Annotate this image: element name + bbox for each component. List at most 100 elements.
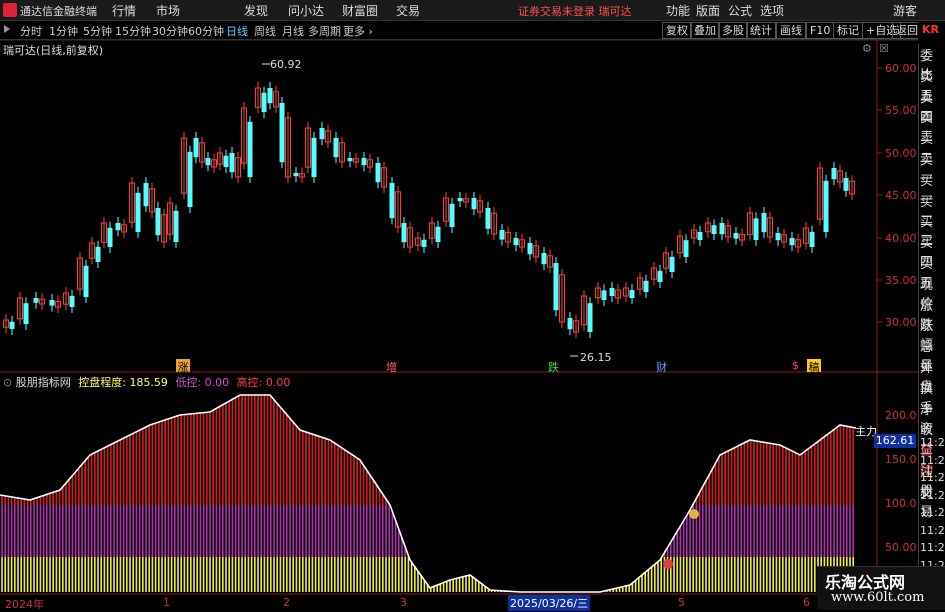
candle-body [733, 233, 739, 239]
control-curve [0, 394, 857, 593]
candle-body [587, 303, 593, 332]
signal-dot-icon [663, 559, 673, 569]
candle-body [33, 298, 39, 303]
side-time: 11:29 [920, 488, 945, 502]
indicator-menu-icon[interactable]: ⊙ [3, 376, 12, 389]
candle-body [311, 137, 317, 177]
kline-chart[interactable] [0, 0, 945, 609]
indicator-axis-label: 100.0 [885, 497, 917, 510]
indicator-name[interactable]: 股朋指标网 [16, 376, 71, 389]
candle-body [657, 270, 663, 282]
money-bag-icon [689, 509, 699, 519]
candle-body [205, 158, 211, 166]
candle-body [527, 243, 533, 255]
price-high-label: 60.92 [270, 58, 302, 71]
candle-body [711, 225, 717, 234]
candle-body [95, 246, 101, 262]
indicator-axis-label: 150.0 [885, 453, 917, 466]
side-time: 11:29 [920, 541, 945, 554]
candle-body [361, 158, 367, 166]
price-axis-label: 50.00 [885, 147, 917, 160]
candle-body [823, 180, 829, 232]
candle-body [753, 218, 759, 240]
high-control-value: 0.00 [265, 376, 291, 389]
low-control-value: 0.00 [204, 376, 230, 389]
candle-body [267, 88, 273, 104]
candle-body [107, 227, 113, 247]
price-axis-label: 40.00 [885, 232, 917, 245]
candle-body [669, 256, 675, 272]
candle-body [319, 128, 325, 140]
side-time: 11:29 [920, 506, 945, 519]
watermark-url: www.60lt.com [831, 590, 925, 605]
time-axis-label: 2024年 [5, 598, 44, 611]
candle-body [247, 121, 253, 177]
candle-body [389, 183, 395, 219]
time-axis-label: 2 [283, 596, 290, 609]
signal-badge: $ [792, 359, 799, 372]
candle-body [513, 238, 519, 246]
candle-body [761, 213, 767, 233]
watermark-box: 乐淘公式网 www.60lt.com [817, 566, 945, 610]
candle-body [135, 192, 141, 232]
candle-body [553, 263, 559, 311]
time-axis-label: 5 [678, 596, 685, 609]
current-value-badge: 162.61 [874, 434, 916, 448]
candle-body [843, 178, 849, 191]
side-time: 11:29 [920, 523, 945, 537]
candle-body [279, 103, 285, 163]
price-axis-label: 35.00 [885, 274, 917, 287]
candle-body [115, 223, 121, 231]
time-axis-label: 6 [803, 596, 810, 609]
side-time: 11:29 [920, 436, 945, 449]
candle-body [421, 239, 427, 247]
price-axis-label: 55.00 [885, 104, 917, 117]
signal-badge: 跌 [548, 361, 559, 374]
high-control-label: 高控: [236, 376, 263, 389]
candle-body [775, 233, 781, 241]
candle-body [261, 92, 267, 112]
signal-badge: 稿 [807, 359, 821, 374]
candle-body [293, 173, 299, 177]
candle-body [643, 280, 649, 292]
candle-body [83, 265, 89, 297]
candle-body [187, 151, 193, 207]
signal-badge: 涨 [176, 359, 190, 374]
candle-body [485, 208, 491, 229]
candle-body [69, 295, 75, 307]
candle-body [683, 240, 689, 257]
price-axis-label: 30.00 [885, 316, 917, 329]
control-label: 控盘程度: [78, 376, 126, 389]
candle-body [719, 223, 725, 235]
side-header: KR [918, 21, 945, 40]
candle-body [457, 198, 463, 202]
candle-body [401, 223, 407, 243]
control-value: 185.59 [129, 376, 168, 389]
candle-body [333, 138, 339, 158]
indicator-axis-label: 50.00 [885, 541, 917, 554]
candle-body [173, 210, 179, 242]
candle-body [629, 290, 635, 298]
candle-body [809, 231, 815, 247]
candle-body [223, 155, 229, 167]
candle-body [9, 321, 15, 329]
candle-body [449, 203, 455, 227]
candle-body [601, 290, 607, 300]
candle-body [789, 238, 795, 246]
candle-body [229, 153, 235, 173]
candle-body [375, 163, 381, 183]
side-time: 11:29 [920, 453, 945, 467]
price-axis-label: 60.00 [885, 62, 917, 75]
candle-body [499, 230, 505, 240]
candle-body [155, 208, 161, 236]
signal-badge: 增 [386, 361, 397, 374]
candle-body [49, 300, 55, 306]
time-axis-label: 1 [163, 596, 170, 609]
indicator-axis-label: 200.0 [885, 409, 917, 422]
candle-body [193, 138, 199, 158]
indicator-header: ⊙ 股朋指标网 控盘程度: 185.59 低控: 0.00 高控: 0.00 [3, 374, 290, 390]
signal-badge: 财 [656, 361, 667, 374]
low-control-label: 低控: [175, 376, 202, 389]
side-time: 11:29 [920, 471, 945, 484]
candle-body [541, 253, 547, 265]
